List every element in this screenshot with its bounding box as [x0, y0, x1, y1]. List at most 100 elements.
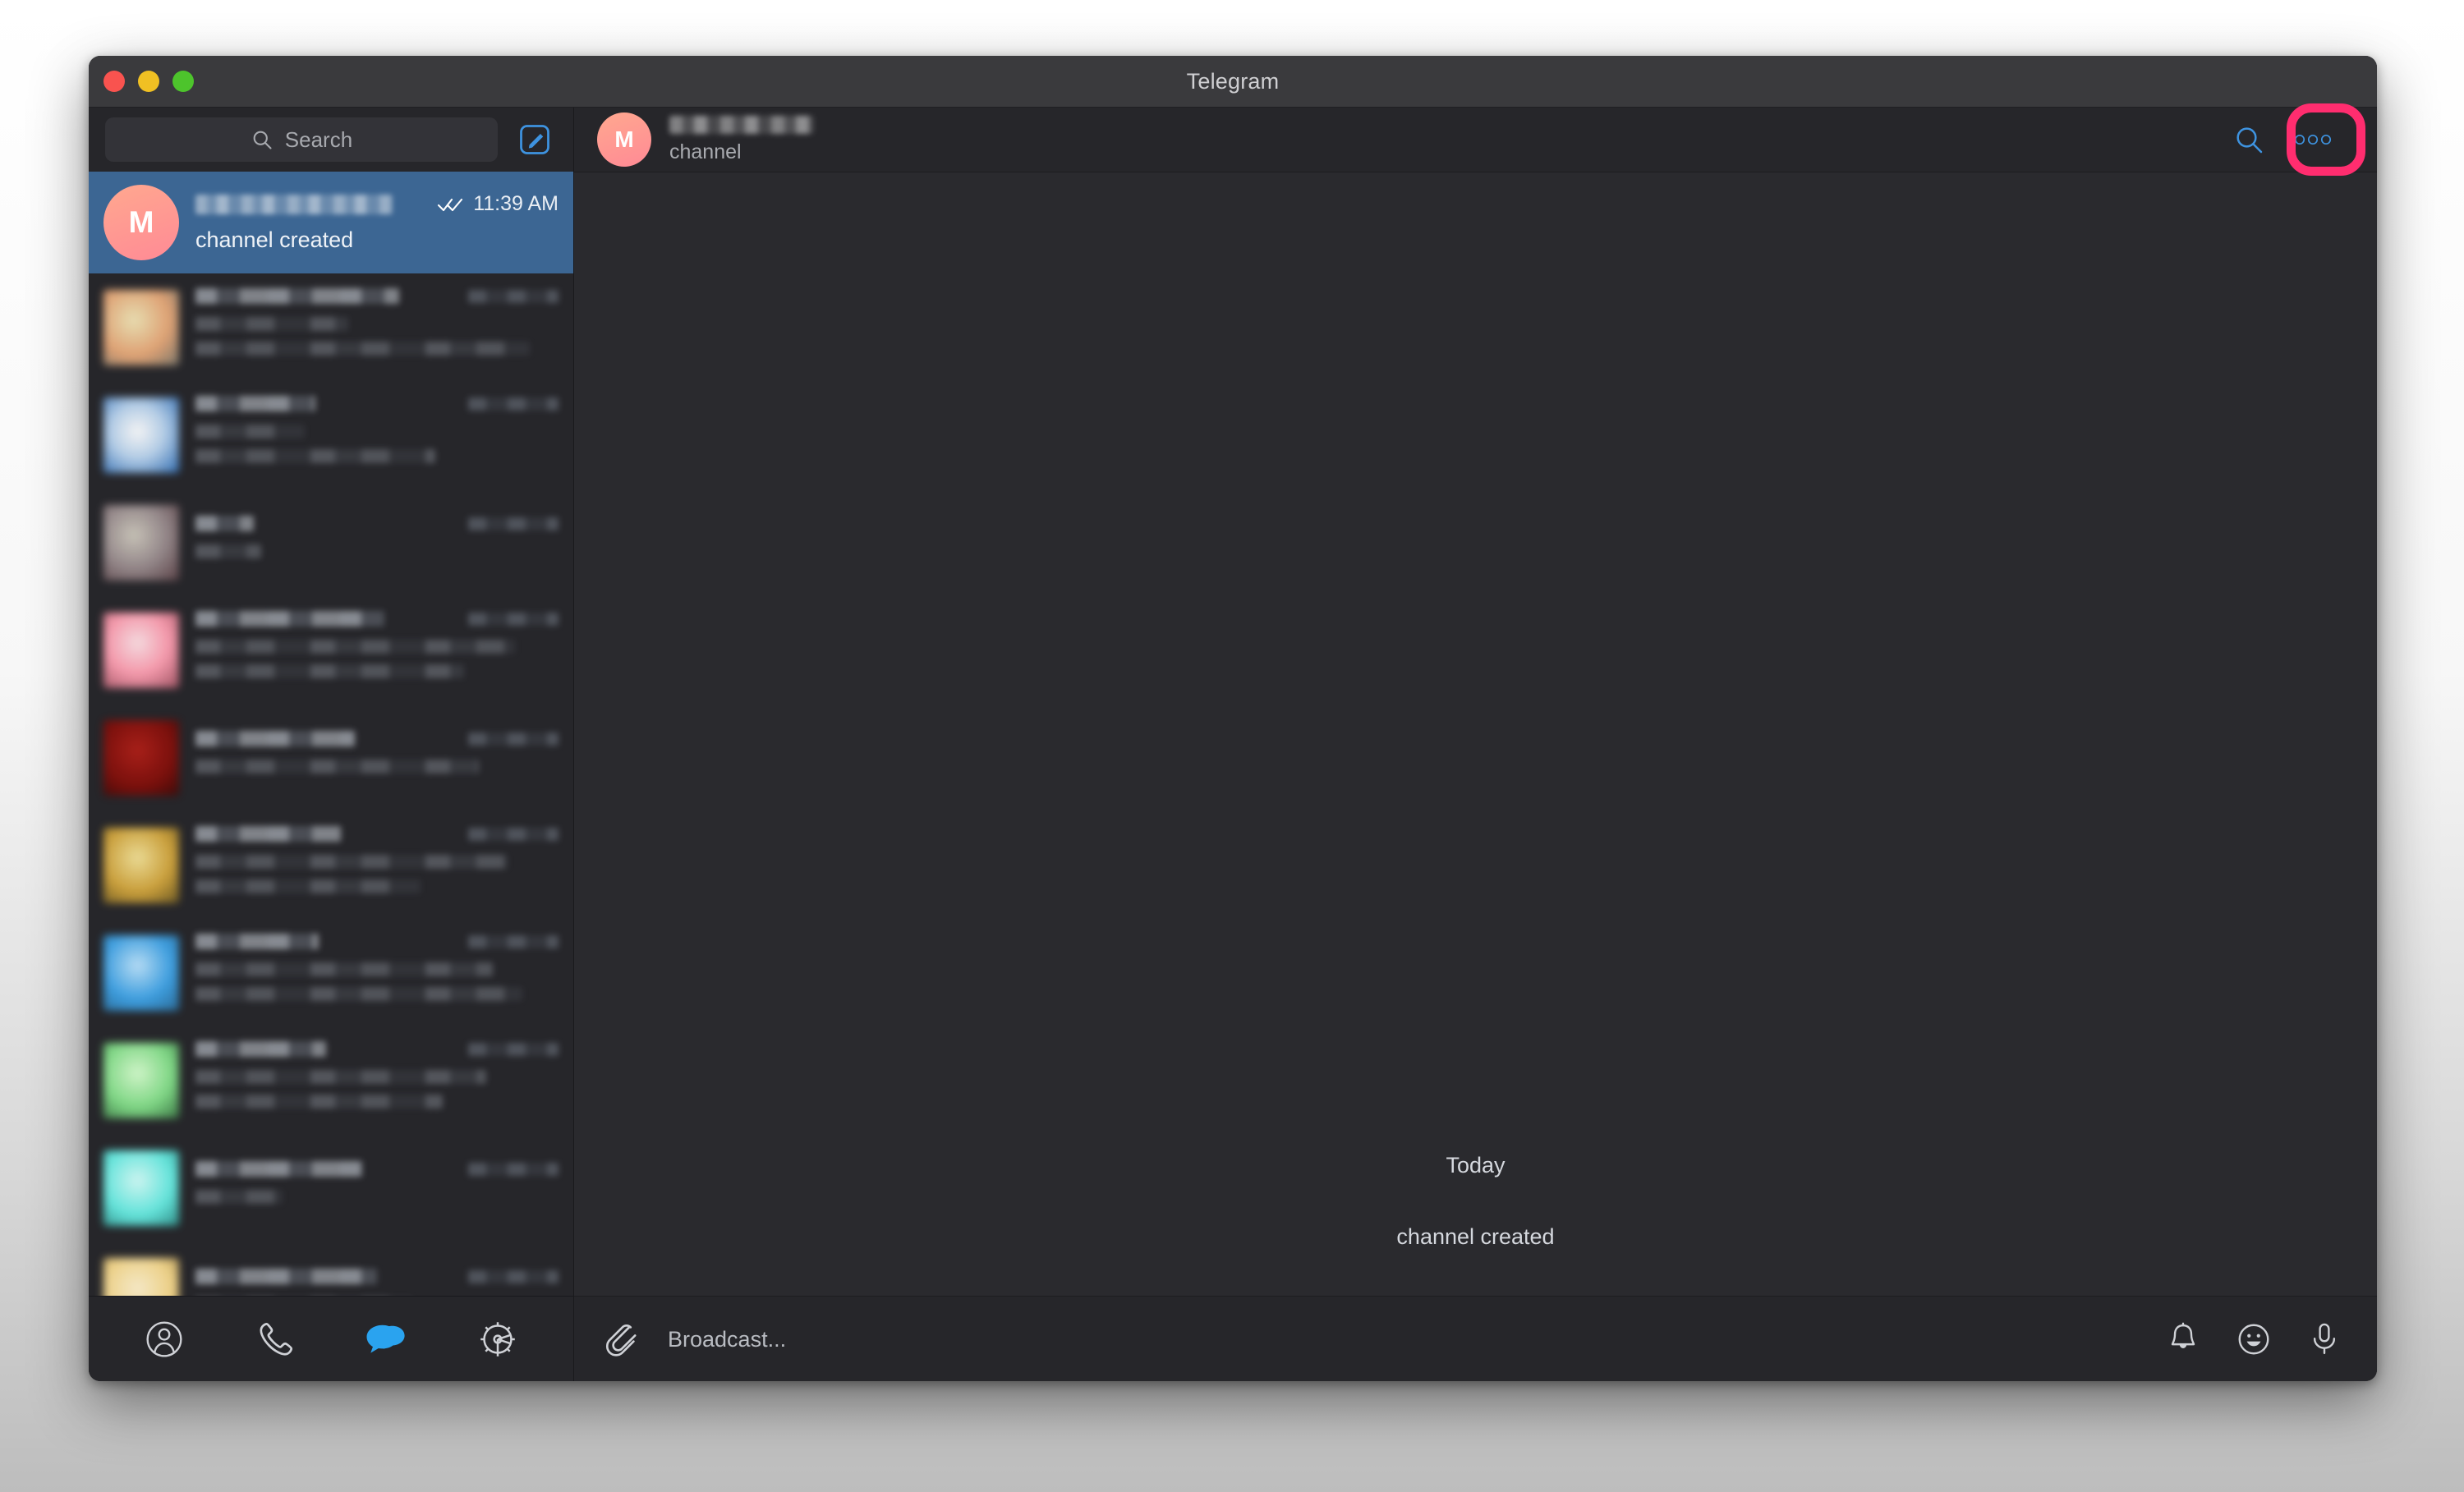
sidebar-header: Search: [89, 108, 573, 172]
chat-list-item[interactable]: [89, 1026, 573, 1134]
chat-item-top-line: [195, 826, 559, 842]
chat-timestamp-redacted: [468, 827, 559, 841]
chat-list[interactable]: M 11:39 AM channel created: [89, 172, 573, 1296]
chat-more-options-button[interactable]: [2290, 117, 2336, 163]
bell-icon: [2164, 1320, 2202, 1358]
chat-subtitle: channel: [669, 140, 742, 163]
avatar: [103, 289, 179, 365]
notifications-button[interactable]: [2158, 1315, 2208, 1364]
sidebar-tab-chats[interactable]: [354, 1311, 420, 1368]
message-area: Today channel created: [574, 172, 2377, 1296]
attach-button[interactable]: [597, 1315, 646, 1364]
chat-name-redacted: [195, 826, 341, 842]
chat-item-text: [195, 396, 559, 474]
chat-timestamp-redacted: [468, 289, 559, 303]
chat-item-meta: 11:39 AM: [437, 192, 559, 216]
chat-item-text: [195, 934, 559, 1012]
chat-name-redacted: [195, 1161, 363, 1177]
sidebar-tab-calls[interactable]: [242, 1311, 308, 1368]
traffic-light-group: [103, 71, 194, 92]
window-titlebar: Telegram: [89, 56, 2377, 108]
window-body: Search M 11:39 AM channel created M chan…: [89, 103, 2377, 1381]
search-icon: [251, 128, 274, 151]
chat-preview-redacted: [195, 317, 348, 331]
chat-name-redacted: [195, 611, 384, 627]
chat-timestamp-redacted: [468, 1269, 559, 1283]
chat-pane: M channel Today channel created Broadcas…: [574, 103, 2377, 1381]
chat-preview-redacted: [195, 664, 465, 678]
avatar: [103, 504, 179, 581]
sidebar-tab-settings[interactable]: [465, 1311, 531, 1368]
chat-list-item[interactable]: [89, 1242, 573, 1296]
chat-item-top-line: [195, 1269, 559, 1284]
sidebar-tab-bar: [89, 1296, 573, 1381]
chat-search-button[interactable]: [2226, 117, 2272, 163]
compose-pencil-icon: [517, 122, 553, 158]
chat-preview-redacted: [195, 640, 515, 654]
close-button[interactable]: [103, 71, 125, 92]
emoji-button[interactable]: [2229, 1315, 2278, 1364]
avatar: [103, 827, 179, 903]
chat-name-redacted: [195, 396, 315, 411]
chat-preview-redacted: [195, 425, 305, 438]
chat-preview-redacted: [195, 987, 522, 1001]
chat-item-top-line: 11:39 AM: [195, 192, 559, 216]
avatar: [103, 397, 179, 473]
chat-name-redacted: [195, 194, 393, 214]
chat-list-item[interactable]: [89, 811, 573, 919]
microphone-icon: [2305, 1320, 2343, 1358]
chat-header-titles: channel: [669, 115, 2208, 164]
service-message: channel created: [1396, 1224, 1555, 1249]
chat-list-item[interactable]: [89, 704, 573, 811]
chat-item-top-line: [195, 611, 559, 627]
chat-item-text: [195, 731, 559, 784]
chat-item-top-line: [195, 288, 559, 304]
chat-preview-redacted: [195, 1070, 486, 1084]
chat-list-item[interactable]: [89, 1134, 573, 1242]
chat-name-redacted: [195, 1041, 327, 1057]
chat-name-redacted: [195, 1269, 377, 1284]
smiley-icon: [2235, 1320, 2273, 1358]
chat-preview-redacted: [195, 879, 421, 893]
maximize-button[interactable]: [172, 71, 194, 92]
chat-preview-redacted: [195, 962, 494, 976]
chat-list-item[interactable]: [89, 596, 573, 704]
avatar: [103, 1257, 179, 1296]
chat-item-text: [195, 1041, 559, 1119]
chat-item-top-line: [195, 516, 559, 531]
chat-list-item[interactable]: [89, 919, 573, 1026]
chat-timestamp-redacted: [468, 516, 559, 530]
voice-record-button[interactable]: [2300, 1315, 2349, 1364]
chat-timestamp-redacted: [468, 397, 559, 411]
chat-item-top-line: [195, 1161, 559, 1177]
chat-timestamp-redacted: [468, 612, 559, 626]
chat-preview-redacted: [195, 855, 508, 869]
chat-name-redacted: [195, 516, 254, 531]
chat-preview-redacted: [195, 544, 261, 558]
chat-item-text: [195, 1269, 559, 1296]
phone-icon: [254, 1318, 297, 1361]
chat-timestamp-redacted: [468, 1042, 559, 1056]
message-composer: Broadcast...: [574, 1296, 2377, 1381]
chat-list-item[interactable]: [89, 273, 573, 381]
broadcast-input[interactable]: Broadcast...: [668, 1327, 2137, 1352]
search-input[interactable]: Search: [105, 117, 498, 162]
double-check-icon: [437, 195, 465, 213]
avatar: [103, 612, 179, 688]
telegram-window: Telegram Search M 11:39 AM channel creat…: [89, 56, 2377, 1381]
chat-item-text: [195, 826, 559, 904]
chat-list-item[interactable]: [89, 381, 573, 489]
chat-item-top-line: [195, 396, 559, 411]
chat-timestamp-redacted: [468, 934, 559, 948]
avatar: [103, 719, 179, 796]
sidebar-tab-contacts[interactable]: [131, 1311, 197, 1368]
chat-list-item[interactable]: [89, 489, 573, 596]
compose-button[interactable]: [513, 117, 557, 162]
chat-preview: channel created: [195, 227, 354, 252]
chat-timestamp-redacted: [468, 732, 559, 746]
chat-bubbles-icon: [365, 1317, 409, 1361]
chat-list-item-selected[interactable]: M 11:39 AM channel created: [89, 172, 573, 273]
minimize-button[interactable]: [138, 71, 159, 92]
window-title: Telegram: [1186, 68, 1280, 94]
chat-title-redacted: [669, 115, 814, 134]
